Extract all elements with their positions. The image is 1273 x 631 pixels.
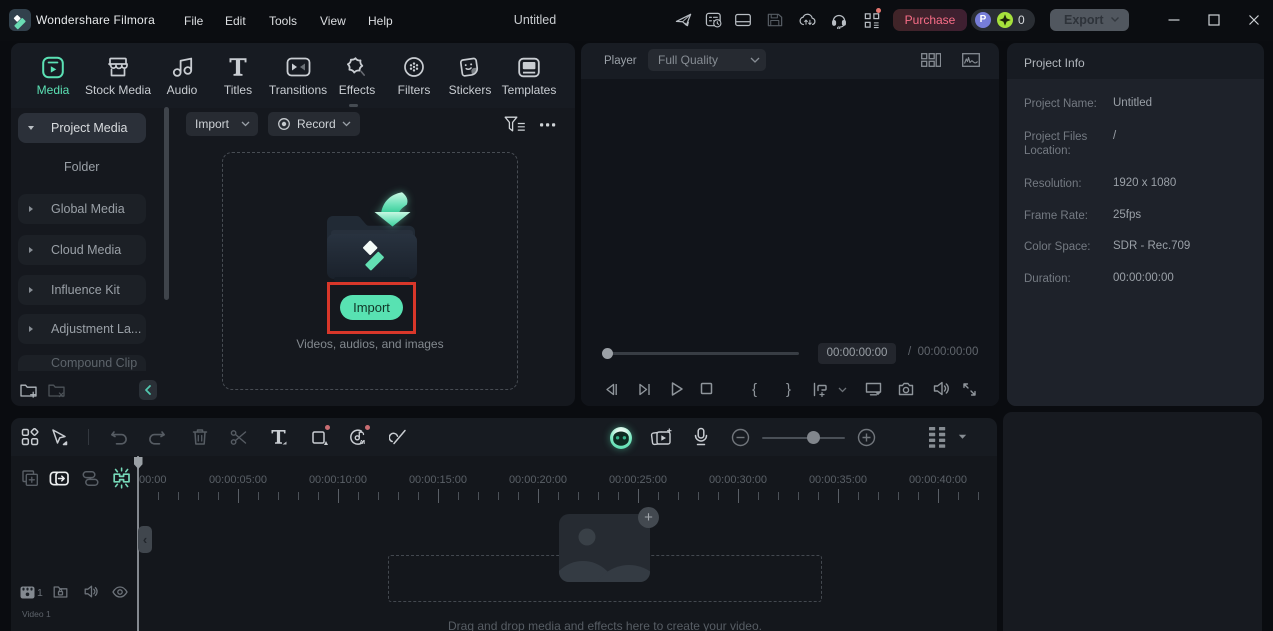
svg-text:AI: AI <box>360 440 366 446</box>
